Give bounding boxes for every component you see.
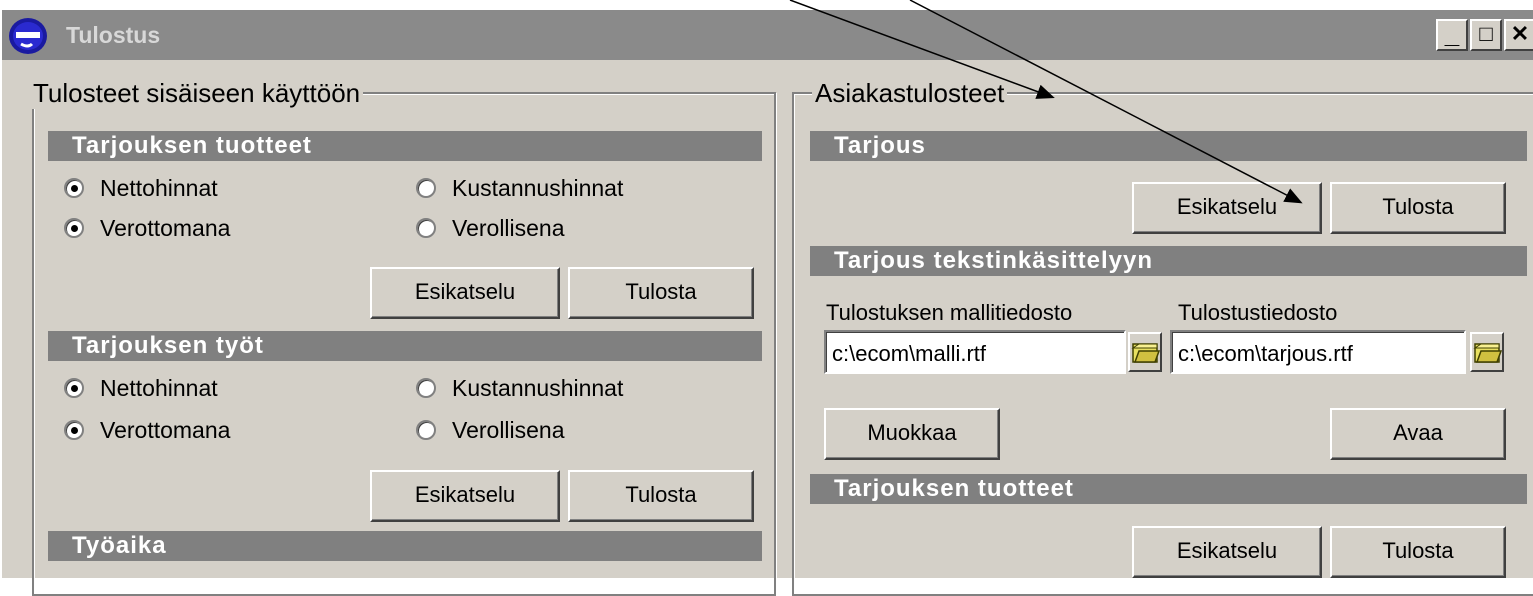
- print-button-works[interactable]: Tulosta: [568, 470, 754, 522]
- section-header-working-time: Työaika: [48, 531, 762, 561]
- radio-selected-icon: [64, 378, 84, 398]
- preview-button-works[interactable]: Esikatselu: [370, 470, 560, 522]
- output-file-input[interactable]: c:\ecom\tarjous.rtf: [1170, 330, 1466, 374]
- preview-button-products-customer[interactable]: Esikatselu: [1132, 526, 1322, 578]
- folder-icon: [1131, 343, 1161, 363]
- section-header-offer-word-processing: Tarjous tekstinkäsittelyyn: [810, 246, 1527, 276]
- ecom-e-logo-icon: [9, 18, 47, 54]
- section-header-offer-works: Tarjouksen työt: [48, 331, 762, 361]
- radio-selected-icon: [64, 218, 84, 238]
- customer-prints-legend: Asiakastulosteet: [812, 78, 1008, 109]
- print-dialog-window: Tulostus _ □ ✕ Tulosteet sisäiseen käytt…: [0, 10, 1533, 596]
- minimize-button[interactable]: _: [1436, 19, 1468, 51]
- maximize-button[interactable]: □: [1470, 19, 1502, 51]
- browse-template-button[interactable]: [1128, 332, 1162, 372]
- internal-prints-legend: Tulosteet sisäiseen käyttöön: [30, 78, 364, 109]
- close-button[interactable]: ✕: [1504, 19, 1533, 51]
- radio-selected-icon: [64, 420, 84, 440]
- radio-unselected-icon: [416, 178, 436, 198]
- print-button-offer[interactable]: Tulosta: [1330, 182, 1506, 234]
- title-bar[interactable]: Tulostus _ □ ✕: [2, 10, 1533, 60]
- print-button-products[interactable]: Tulosta: [568, 267, 754, 319]
- print-button-products-customer[interactable]: Tulosta: [1330, 526, 1506, 578]
- output-file-label: Tulostustiedosto: [1178, 300, 1338, 325]
- preview-button-offer[interactable]: Esikatselu: [1132, 182, 1322, 234]
- radio-unselected-icon: [416, 218, 436, 238]
- section-header-offer-products-customer: Tarjouksen tuotteet: [810, 474, 1527, 504]
- template-file-input[interactable]: c:\ecom\malli.rtf: [824, 330, 1126, 374]
- section-header-offer: Tarjous: [810, 131, 1527, 161]
- template-file-label: Tulostuksen mallitiedosto: [826, 300, 1073, 325]
- window-title: Tulostus: [66, 22, 161, 48]
- radio-unselected-icon: [416, 420, 436, 440]
- folder-icon: [1473, 343, 1503, 363]
- edit-button[interactable]: Muokkaa: [824, 408, 1000, 460]
- preview-button-products[interactable]: Esikatselu: [370, 267, 560, 319]
- radio-unselected-icon: [416, 378, 436, 398]
- browse-output-button[interactable]: [1470, 332, 1504, 372]
- section-header-offer-products: Tarjouksen tuotteet: [48, 131, 762, 161]
- open-button[interactable]: Avaa: [1330, 408, 1506, 460]
- radio-selected-icon: [64, 178, 84, 198]
